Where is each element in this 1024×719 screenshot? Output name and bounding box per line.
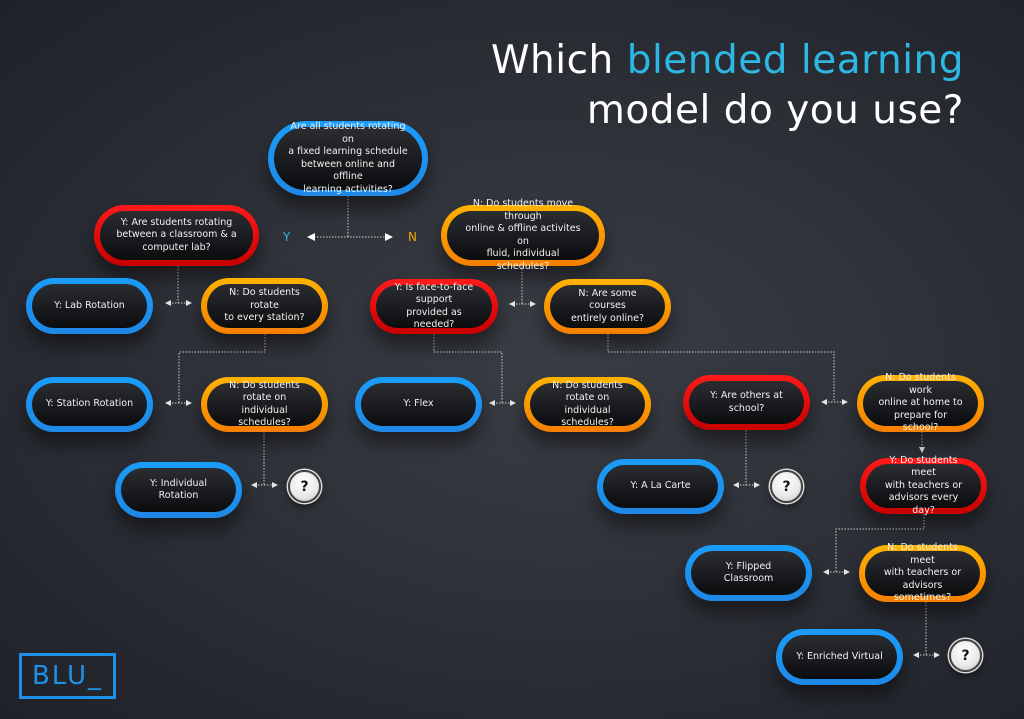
node-lab-rotation[interactable]: Y: Lab Rotation (26, 278, 153, 334)
node-flex[interactable]: Y: Flex (355, 377, 482, 432)
unknown-model-marker-2[interactable]: ? (770, 470, 803, 503)
node-station-rotation[interactable]: Y: Station Rotation (26, 377, 153, 432)
unknown-model-marker-3[interactable]: ? (949, 639, 982, 672)
node-face-to-face-question[interactable]: Y: Is face-to-face support provided as n… (370, 279, 498, 334)
title-line-1: Which blended learning (491, 38, 964, 83)
node-work-at-home-question[interactable]: N: Do students work online at home to pr… (857, 372, 984, 433)
node-others-at-school-question[interactable]: Y: Are others at school? (683, 375, 810, 430)
node-root-question[interactable]: Are all students rotating on a fixed lea… (268, 121, 428, 196)
node-meet-sometimes-question[interactable]: N: Do students meet with teachers or adv… (859, 542, 986, 603)
page-title: Which blended learning model do you use? (491, 36, 964, 136)
node-meet-every-day-question[interactable]: Y: Do students meet with teachers or adv… (860, 455, 987, 516)
no-label: N (408, 230, 417, 244)
title-accent: blended learning (626, 38, 964, 83)
node-a-la-carte[interactable]: Y: A La Carte (597, 459, 724, 514)
blu-logo: BLU_ (19, 653, 116, 699)
node-flipped-classroom[interactable]: Y: Flipped Classroom (685, 545, 812, 601)
unknown-model-marker-1[interactable]: ? (288, 470, 321, 503)
node-courses-online-question[interactable]: N: Are some courses entirely online? (544, 279, 671, 334)
node-individual-rotation[interactable]: Y: Individual Rotation (115, 462, 242, 518)
node-enriched-virtual[interactable]: Y: Enriched Virtual (776, 629, 903, 685)
title-line-2: model do you use? (586, 88, 964, 133)
yes-label: Y (283, 230, 291, 244)
node-classroom-lab-question[interactable]: Y: Are students rotating between a class… (94, 205, 259, 266)
node-individual-schedules-question-2[interactable]: N: Do students rotate on individual sche… (524, 377, 651, 432)
node-fluid-schedules-question[interactable]: N: Do students move through online & off… (441, 198, 605, 272)
node-every-station-question[interactable]: N: Do students rotate to every station? (201, 278, 328, 334)
node-individual-schedules-question-1[interactable]: N: Do students rotate on individual sche… (201, 377, 328, 432)
